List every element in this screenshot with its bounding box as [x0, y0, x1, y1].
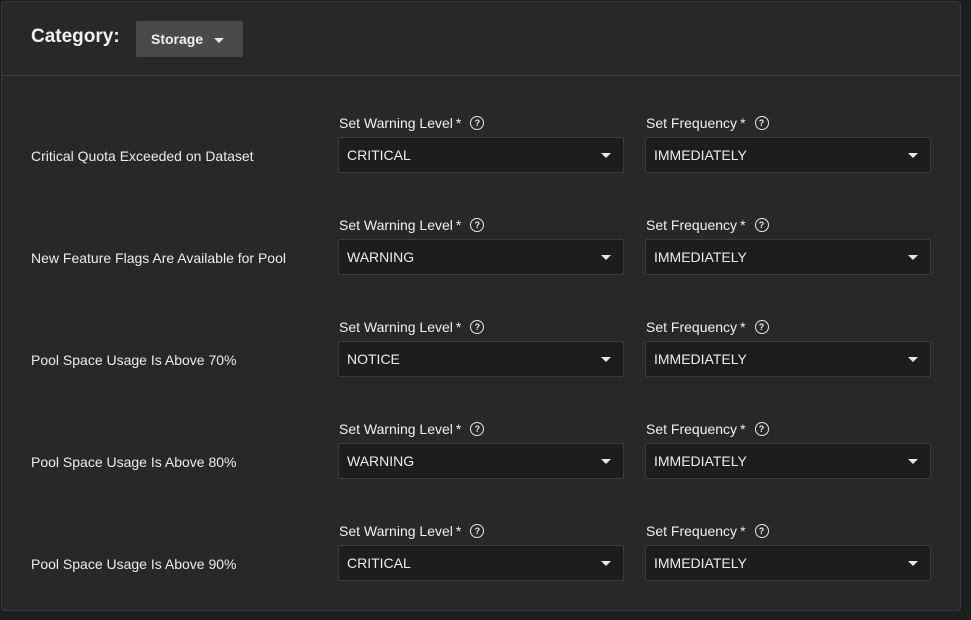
help-icon[interactable]: ?: [470, 320, 485, 334]
chevron-down-icon: [908, 357, 918, 362]
alert-row: Pool Space Usage Is Above 70% Set Warnin…: [2, 314, 960, 416]
chevron-down-icon: [908, 561, 918, 566]
frequency-text: Set Frequency: [646, 319, 738, 335]
warning-level-label: Set Warning Level *?: [339, 523, 485, 539]
chevron-down-icon: [601, 459, 611, 464]
required-mark: *: [740, 523, 746, 539]
frequency-select[interactable]: IMMEDIATELY: [645, 137, 931, 173]
help-icon[interactable]: ?: [754, 116, 769, 130]
chevron-down-icon: [214, 37, 225, 43]
warning-level-text: Set Warning Level: [339, 217, 453, 233]
warning-level-text: Set Warning Level: [339, 421, 453, 437]
chevron-down-icon: [601, 153, 611, 158]
frequency-value: IMMEDIATELY: [654, 453, 747, 469]
alert-name: Critical Quota Exceeded on Dataset: [31, 148, 254, 164]
required-mark: *: [455, 319, 462, 335]
alert-name: Pool Space Usage Is Above 70%: [31, 352, 237, 368]
warning-level-text: Set Warning Level: [339, 319, 453, 335]
frequency-value: IMMEDIATELY: [654, 351, 747, 367]
required-mark: *: [740, 115, 746, 131]
warning-level-value: WARNING: [347, 453, 415, 469]
help-icon[interactable]: ?: [754, 422, 769, 436]
help-icon[interactable]: ?: [470, 422, 485, 436]
frequency-select[interactable]: IMMEDIATELY: [645, 341, 931, 377]
alert-name: Pool Space Usage Is Above 90%: [31, 556, 237, 572]
frequency-value: IMMEDIATELY: [654, 249, 747, 265]
warning-level-label: Set Warning Level *?: [339, 319, 485, 335]
frequency-value: IMMEDIATELY: [654, 555, 747, 571]
frequency-label: Set Frequency *?: [646, 217, 769, 233]
warning-level-text: Set Warning Level: [339, 523, 453, 539]
warning-level-label: Set Warning Level *?: [339, 421, 485, 437]
alert-row: New Feature Flags Are Available for Pool…: [2, 212, 960, 314]
required-mark: *: [455, 217, 462, 233]
chevron-down-icon: [908, 255, 918, 260]
alert-row: Critical Quota Exceeded on Dataset Set W…: [2, 110, 960, 212]
category-dropdown-value: Storage: [151, 31, 204, 47]
warning-level-select[interactable]: NOTICE: [338, 341, 624, 377]
frequency-text: Set Frequency: [646, 523, 738, 539]
frequency-label: Set Frequency *?: [646, 319, 769, 335]
required-mark: *: [455, 421, 462, 437]
frequency-text: Set Frequency: [646, 421, 738, 437]
help-icon[interactable]: ?: [470, 524, 485, 538]
alert-row: Pool Space Usage Is Above 80% Set Warnin…: [2, 416, 960, 518]
category-label: Category:: [31, 26, 120, 47]
warning-level-label: Set Warning Level *?: [339, 115, 485, 131]
frequency-select[interactable]: IMMEDIATELY: [645, 239, 931, 275]
frequency-select[interactable]: IMMEDIATELY: [645, 545, 931, 581]
warning-level-select[interactable]: WARNING: [338, 239, 624, 275]
help-icon[interactable]: ?: [754, 218, 769, 232]
required-mark: *: [740, 421, 746, 437]
required-mark: *: [740, 319, 746, 335]
chevron-down-icon: [908, 153, 918, 158]
frequency-value: IMMEDIATELY: [654, 147, 747, 163]
warning-level-value: WARNING: [347, 249, 415, 265]
frequency-label: Set Frequency *?: [646, 115, 769, 131]
chevron-down-icon: [601, 255, 611, 260]
help-icon[interactable]: ?: [470, 116, 485, 130]
frequency-select[interactable]: IMMEDIATELY: [645, 443, 931, 479]
required-mark: *: [740, 217, 746, 233]
warning-level-select[interactable]: CRITICAL: [338, 545, 624, 581]
chevron-down-icon: [601, 357, 611, 362]
warning-level-value: NOTICE: [347, 351, 400, 367]
warning-level-text: Set Warning Level: [339, 115, 453, 131]
frequency-label: Set Frequency *?: [646, 421, 769, 437]
alert-settings-card: Category: Storage Critical Quota Exceede…: [1, 1, 961, 611]
frequency-text: Set Frequency: [646, 217, 738, 233]
frequency-text: Set Frequency: [646, 115, 738, 131]
frequency-label: Set Frequency *?: [646, 523, 769, 539]
help-icon[interactable]: ?: [754, 524, 769, 538]
chevron-down-icon: [601, 561, 611, 566]
category-header: Category: Storage: [2, 2, 960, 76]
required-mark: *: [455, 115, 462, 131]
help-icon[interactable]: ?: [754, 320, 769, 334]
help-icon[interactable]: ?: [470, 218, 485, 232]
alert-name: Pool Space Usage Is Above 80%: [31, 454, 237, 470]
alert-name: New Feature Flags Are Available for Pool: [31, 250, 286, 266]
warning-level-select[interactable]: CRITICAL: [338, 137, 624, 173]
required-mark: *: [455, 523, 462, 539]
warning-level-select[interactable]: WARNING: [338, 443, 624, 479]
warning-level-value: CRITICAL: [347, 555, 411, 571]
warning-level-value: CRITICAL: [347, 147, 411, 163]
category-dropdown-button[interactable]: Storage: [136, 21, 243, 57]
warning-level-label: Set Warning Level *?: [339, 217, 485, 233]
chevron-down-icon: [908, 459, 918, 464]
